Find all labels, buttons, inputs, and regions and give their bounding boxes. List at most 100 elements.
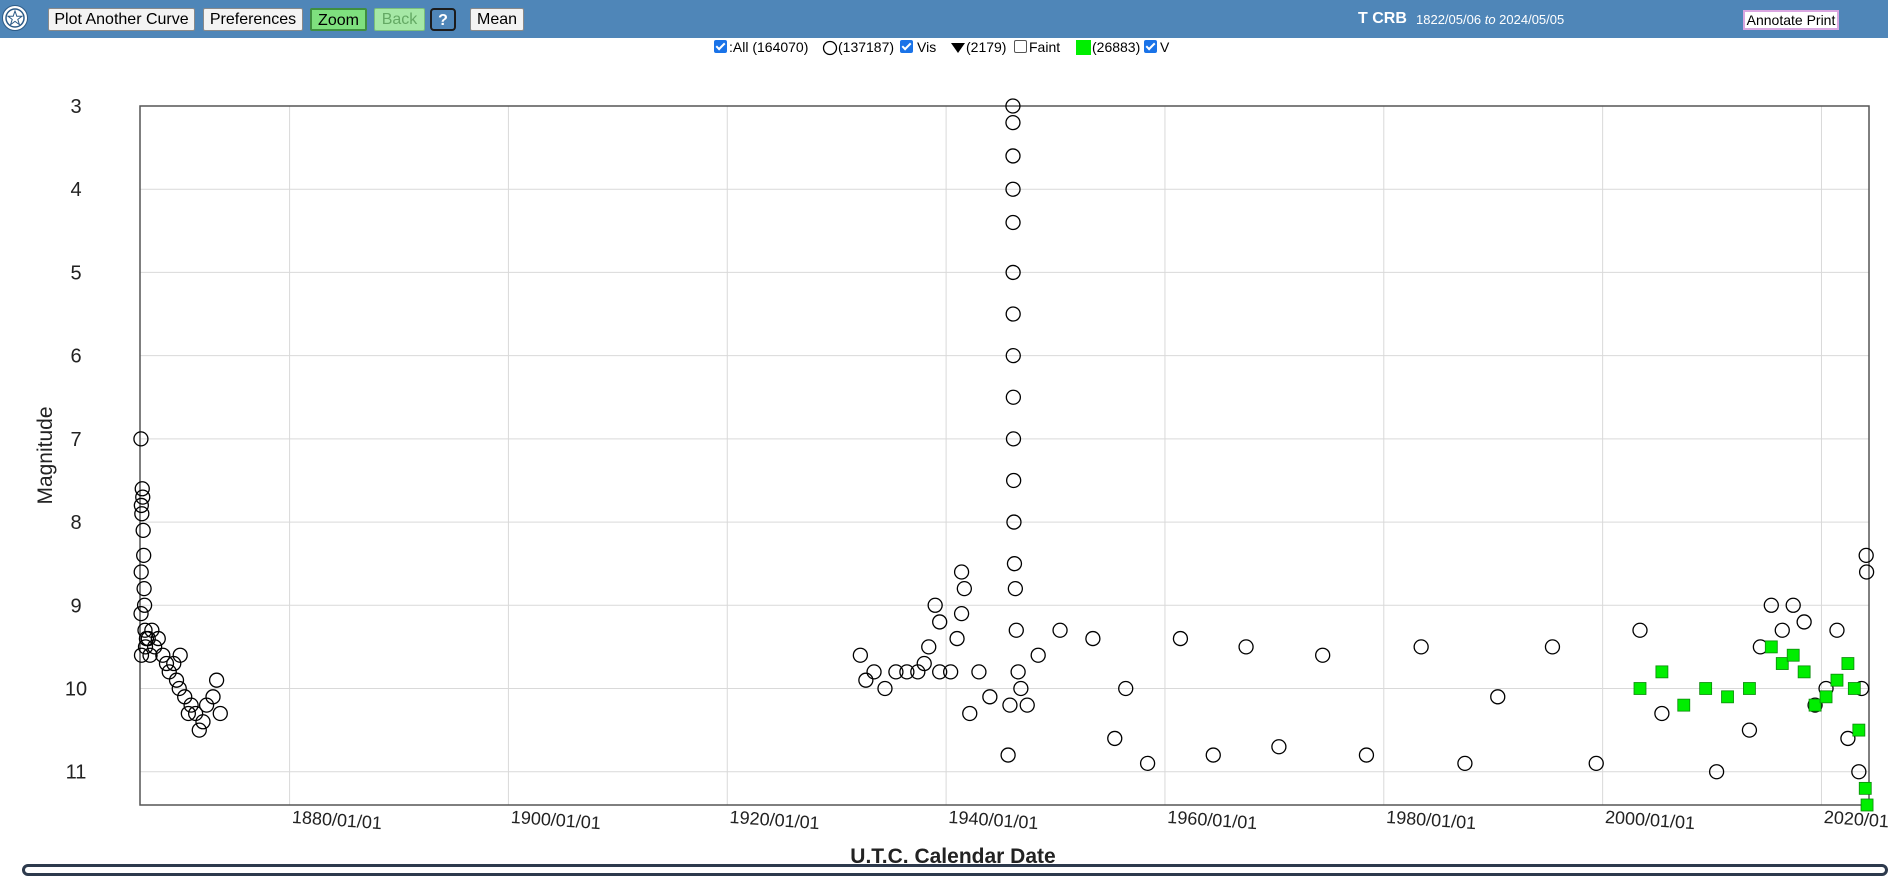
vis-data-point — [1238, 639, 1254, 655]
date-to: 2024/05/05 — [1499, 12, 1565, 27]
vis-data-point — [1010, 664, 1026, 680]
vis-data-point — [1007, 580, 1024, 597]
v-data-point — [1797, 665, 1811, 679]
vis-label: Vis — [917, 39, 937, 55]
y-tick-label: 9 — [70, 595, 81, 617]
v-data-point — [1677, 698, 1691, 712]
vis-data-point — [134, 506, 150, 522]
vis-data-point — [135, 489, 151, 505]
vis-data-point — [1829, 622, 1845, 638]
vis-data-point — [133, 647, 150, 663]
vis-data-point — [1205, 747, 1221, 763]
vis-data-point — [161, 664, 177, 680]
v-count: (26883) — [1092, 39, 1141, 55]
v-data-point — [1860, 798, 1874, 812]
back-button[interactable]: Back — [374, 8, 425, 31]
v-data-point — [1775, 657, 1789, 670]
bottom-panel-frame — [22, 864, 1888, 876]
vis-data-point — [956, 580, 972, 597]
help-button[interactable]: ? — [430, 8, 456, 31]
vis-data-point — [1107, 730, 1123, 747]
star-name: T CRB — [1358, 10, 1407, 27]
vis-data-point — [1000, 747, 1016, 763]
vis-data-point — [962, 705, 978, 722]
y-axis: 3 4 5 6 7 8 9 10 11 — [65, 96, 87, 784]
faint-count: (2179) — [966, 39, 1007, 55]
preferences-button[interactable]: Preferences — [203, 8, 303, 31]
y-tick-label: 8 — [70, 512, 81, 534]
vis-data-point — [953, 605, 970, 622]
all-checkbox[interactable] — [714, 40, 727, 53]
vis-data-point — [899, 664, 915, 680]
vis-data-point — [195, 714, 211, 730]
vis-data-point — [1019, 697, 1035, 713]
vis-data-point — [858, 672, 874, 688]
v-data-point — [1852, 723, 1866, 737]
v-data-point — [1633, 682, 1647, 695]
vis-data-point — [1005, 114, 1021, 131]
vis-data-point — [1490, 689, 1506, 705]
v-data-point — [1786, 648, 1800, 662]
vis-data-point — [191, 722, 207, 738]
x-tick-label: 1980/01/01 — [1386, 807, 1477, 833]
y-tick-label: 11 — [66, 762, 87, 784]
v-data-point — [1830, 673, 1844, 687]
date-to-word: to — [1484, 12, 1496, 27]
annotate-print-button[interactable]: Annotate Print — [1743, 10, 1839, 30]
vis-checkbox[interactable] — [900, 40, 913, 53]
x-tick-label: 2020/01/01 — [1823, 807, 1888, 833]
vis-data-point — [135, 522, 151, 539]
y-tick-label: 4 — [70, 179, 81, 201]
y-tick-label: 5 — [70, 262, 81, 284]
vis-data-point — [932, 664, 948, 680]
v-data-point — [1808, 698, 1822, 712]
mean-button[interactable]: Mean — [470, 8, 524, 31]
vis-data-point — [1413, 639, 1429, 655]
y-tick-label: 7 — [70, 429, 81, 451]
vis-data-point — [921, 639, 937, 655]
plot-another-curve-button[interactable]: Plot Another Curve — [48, 8, 195, 31]
vis-data-point — [866, 664, 882, 680]
light-curve-chart[interactable]: 3 4 5 6 7 8 9 10 11 1880/01/01 1900/01/01 1920/01/… — [0, 60, 1888, 870]
vis-data-point — [1858, 564, 1875, 580]
vis-data-point — [142, 647, 158, 663]
vis-data-point — [1271, 739, 1287, 755]
zoom-button[interactable]: Zoom — [310, 8, 367, 31]
vis-data-point — [1172, 630, 1189, 647]
vis-data-point — [1008, 622, 1024, 638]
v-data-point — [1721, 690, 1734, 704]
v-data-point — [1847, 682, 1861, 695]
v-checkbox[interactable] — [1144, 40, 1157, 53]
v-data-point — [1841, 657, 1855, 670]
v-data-point — [1743, 682, 1756, 695]
x-tick-label: 2000/01/01 — [1604, 807, 1695, 833]
vis-data-point — [1005, 214, 1021, 231]
vis-data-point — [1457, 755, 1473, 772]
faint-label: Faint — [1029, 39, 1061, 55]
vis-data-point — [136, 580, 152, 597]
vis-data-point — [1139, 755, 1156, 772]
faint-checkbox[interactable] — [1014, 40, 1027, 53]
vis-data-point — [168, 672, 185, 688]
data-points — [133, 98, 1875, 812]
vis-data-point — [136, 547, 152, 564]
vis-data-point — [1544, 639, 1561, 655]
date-from: 1822/05/06 — [1416, 12, 1482, 27]
vis-data-point — [1005, 306, 1021, 322]
toolbar: Plot Another Curve Preferences Zoom Back… — [0, 0, 1888, 38]
vis-data-point — [1315, 647, 1331, 663]
vis-data-point — [212, 705, 228, 722]
vis-data-point — [1632, 622, 1648, 638]
vis-data-point — [971, 664, 987, 680]
x-axis: 1880/01/01 1900/01/01 1920/01/01 1940/01/01… — [291, 807, 1888, 833]
vis-data-point — [1006, 556, 1023, 572]
x-tick-label: 1940/01/01 — [948, 807, 1039, 833]
vis-data-point — [982, 689, 998, 705]
faint-triangle-icon — [951, 43, 965, 53]
aavso-logo-icon[interactable] — [2, 5, 28, 31]
vis-data-point — [1858, 547, 1874, 564]
vis-data-point — [1005, 389, 1022, 405]
vis-data-point — [1030, 647, 1046, 663]
v-data-point — [1699, 682, 1713, 695]
vis-data-point — [1741, 722, 1758, 738]
